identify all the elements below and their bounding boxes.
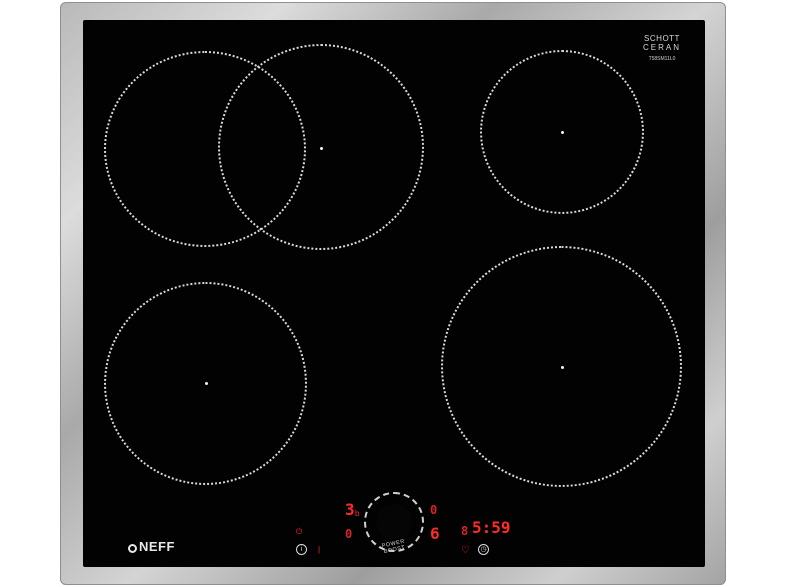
glass-brand-line1: SCHOTT xyxy=(644,34,680,43)
timer-zone-display: 8 xyxy=(461,524,469,538)
neff-logo: NEFF xyxy=(128,539,175,554)
zone-indicator-left-bottom: 0 xyxy=(345,527,353,541)
left-minus-indicator: | xyxy=(318,545,321,554)
zone-center-mark xyxy=(561,131,564,134)
timer-display: 5:59 xyxy=(472,518,511,537)
control-ring-center xyxy=(376,504,412,540)
info-icon[interactable]: i xyxy=(296,544,307,555)
zone-level-display-left: 3 xyxy=(345,500,355,519)
glass-brand-line2: CERAN xyxy=(642,43,681,52)
neff-logo-text: NEFF xyxy=(139,539,175,554)
zone-indicator-right-top: 0 xyxy=(430,503,438,517)
zone-level-display-right: 6 xyxy=(430,524,440,543)
glass-brand-mark: SCHOTT CERAN T58SM11L0 xyxy=(632,34,692,74)
glass-model-code: T58SM11L0 xyxy=(648,56,676,62)
neff-logo-icon xyxy=(128,544,137,553)
heart-icon[interactable]: ♡ xyxy=(461,546,470,556)
zone-center-mark xyxy=(205,382,208,385)
power-icon[interactable]: ⏻ xyxy=(296,528,302,536)
zone-level-sub-left: b xyxy=(355,509,360,518)
zone-center-mark xyxy=(561,366,564,369)
zone-center-mark xyxy=(320,147,323,150)
clock-icon[interactable]: ◷ xyxy=(478,544,489,555)
